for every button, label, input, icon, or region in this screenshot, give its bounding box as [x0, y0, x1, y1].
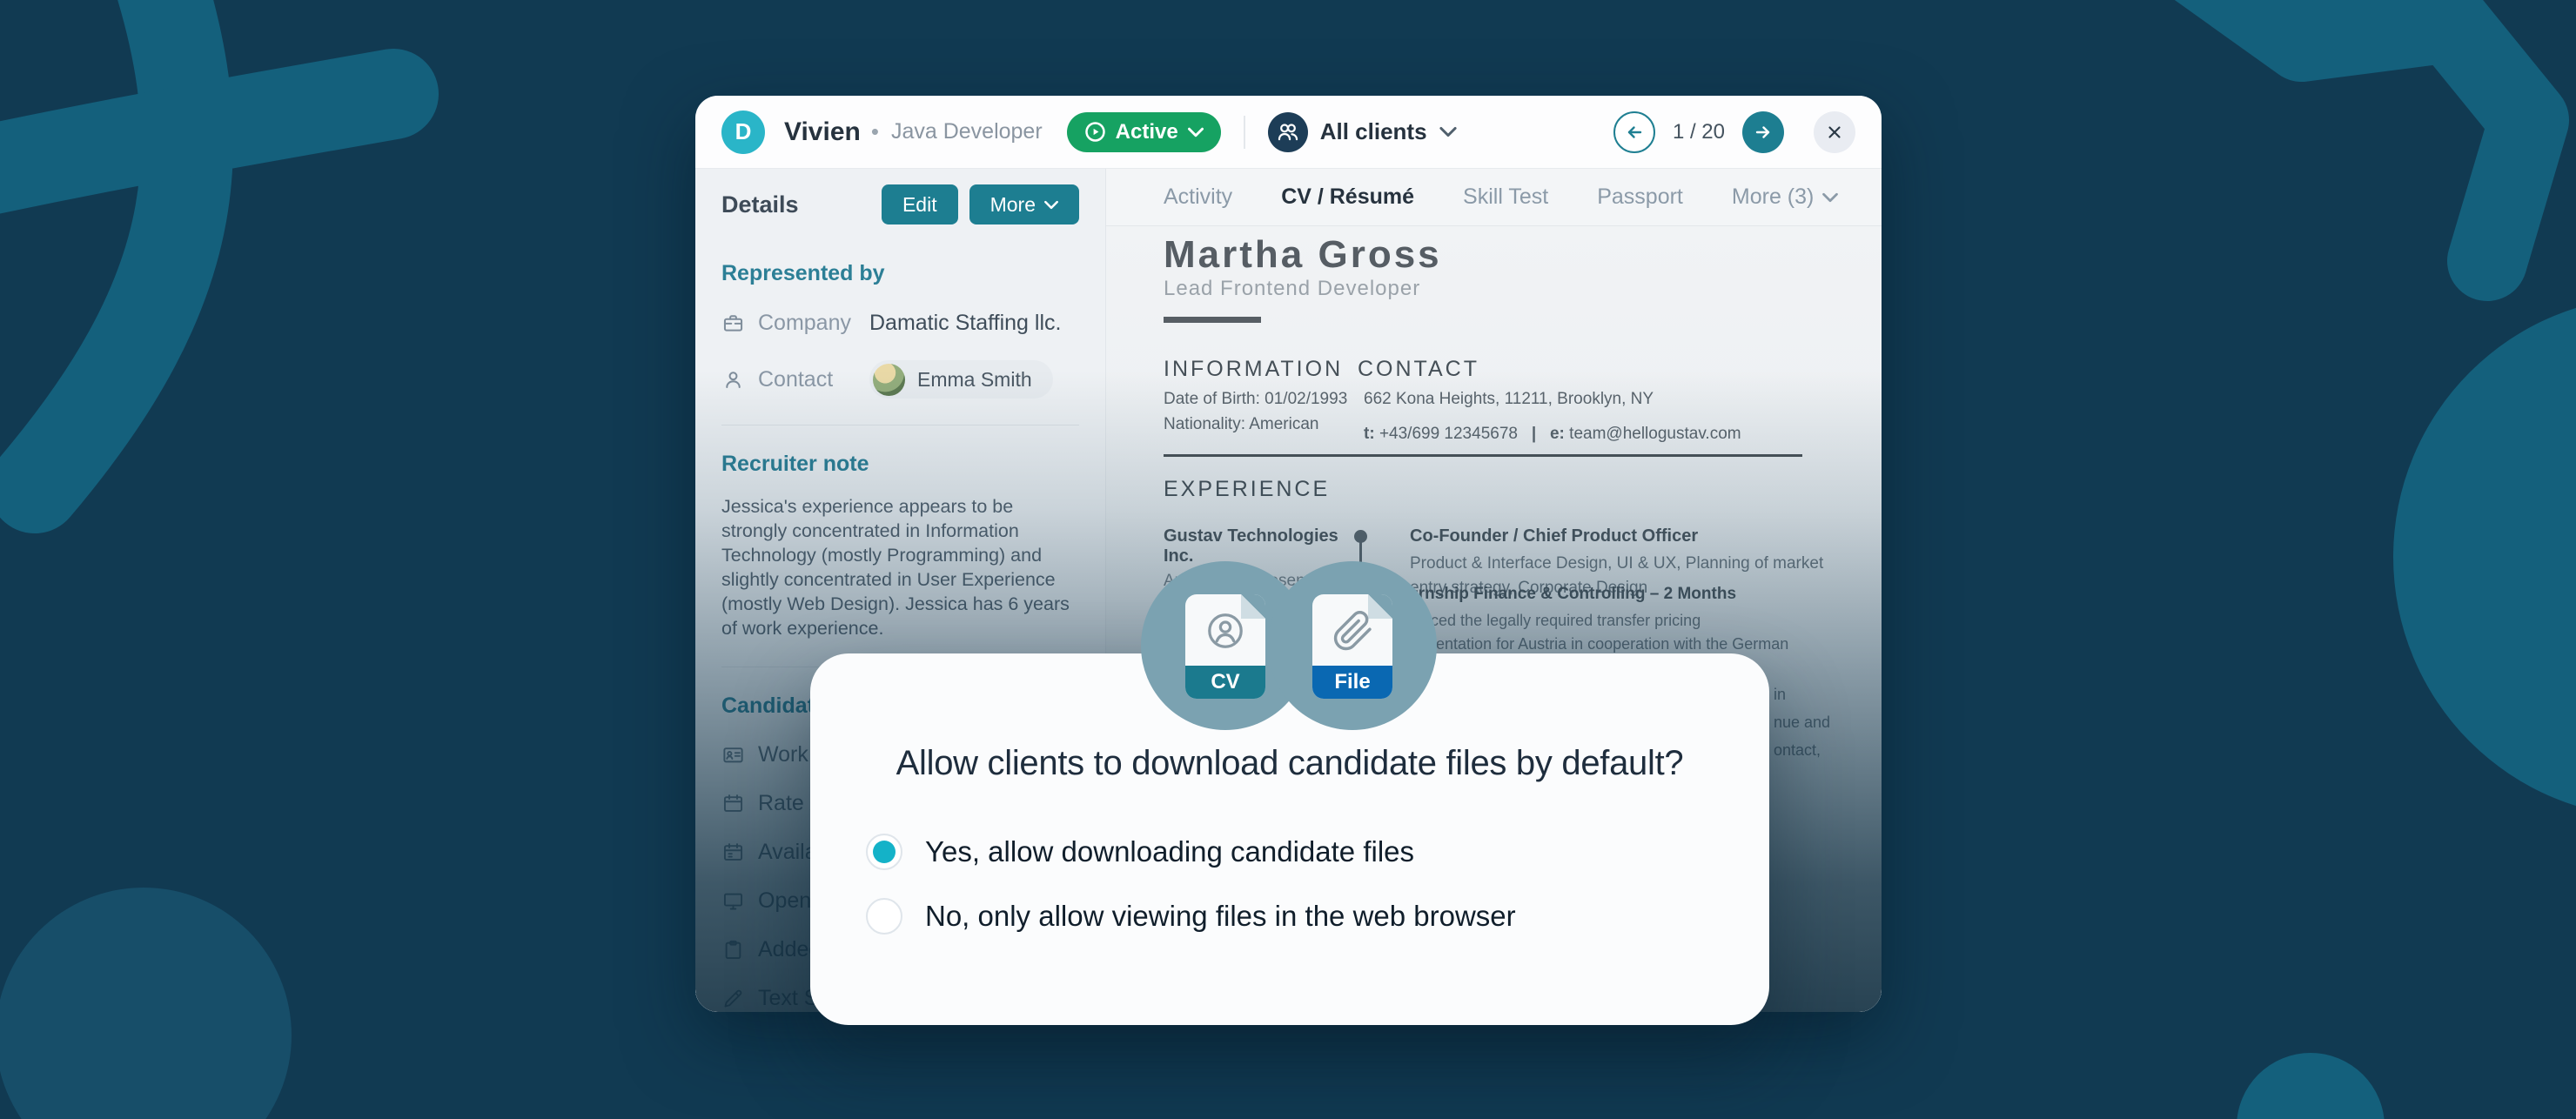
- cv-divider: [1164, 454, 1802, 457]
- represented-by-heading: Represented by: [721, 261, 1079, 286]
- contact-chip[interactable]: Emma Smith: [869, 360, 1053, 399]
- cv-text-fragment: in: [1774, 686, 1786, 704]
- calendar-icon: [721, 792, 745, 815]
- radio-button[interactable]: [866, 898, 902, 935]
- previous-candidate-button[interactable]: [1613, 111, 1655, 153]
- status-dropdown[interactable]: Active: [1067, 112, 1221, 152]
- curve-shape-top-left-2: [0, 94, 393, 178]
- sidebar-title: Details: [721, 191, 799, 218]
- pagination-counter: 1 / 20: [1673, 120, 1725, 144]
- company-value: Damatic Staffing llc.: [869, 311, 1061, 336]
- edit-button[interactable]: Edit: [882, 184, 958, 224]
- sidebar-toolbar: Details Edit More: [721, 184, 1079, 224]
- cv-contact-heading: CONTACT: [1358, 357, 1479, 382]
- download-permission-dialog: Allow clients to download candidate file…: [810, 653, 1769, 1025]
- curve-shape-top-left: [35, 0, 187, 487]
- cv-title-underline: [1164, 317, 1261, 323]
- radio-label: Yes, allow downloading candidate files: [925, 835, 1414, 868]
- close-button[interactable]: [1814, 111, 1855, 153]
- screen: D Vivien • Java Developer Active: [0, 0, 2576, 1119]
- next-candidate-button[interactable]: [1742, 111, 1784, 153]
- candidate-name: Vivien: [784, 117, 861, 147]
- company-row: Company Damatic Staffing llc.: [721, 311, 1079, 336]
- cv-contact-phone-email: t: +43/699 12345678 | e: team@hellogusta…: [1364, 421, 1741, 446]
- chevron-down-icon: [1188, 127, 1204, 137]
- radio-button[interactable]: [866, 834, 902, 870]
- briefcase-icon: [721, 312, 746, 335]
- cv-text-fragment: ontact,: [1774, 741, 1821, 760]
- paperclip-document-icon: [1330, 608, 1375, 658]
- tab-passport[interactable]: Passport: [1597, 184, 1683, 210]
- circle-shape-right: [2393, 296, 2576, 818]
- chevron-down-icon: [1044, 200, 1058, 210]
- person-document-icon: [1203, 608, 1248, 658]
- cv-badge-label: CV: [1185, 666, 1265, 699]
- name-separator: •: [871, 118, 879, 145]
- tab-cv-resume[interactable]: CV / Résumé: [1281, 184, 1414, 210]
- window-header: D Vivien • Java Developer Active: [695, 96, 1882, 169]
- id-card-icon: [721, 743, 745, 767]
- candidate-role: Java Developer: [891, 119, 1043, 144]
- radio-option-allow-download[interactable]: Yes, allow downloading candidate files: [866, 834, 1769, 870]
- cv-experience-heading: EXPERIENCE: [1164, 477, 1330, 502]
- contact-avatar: [873, 364, 905, 396]
- person-icon: [721, 368, 746, 392]
- dialog-options: Yes, allow downloading candidate files N…: [866, 834, 1769, 935]
- zigzag-shape-top-right: [2158, 0, 2529, 261]
- tab-more[interactable]: More (3): [1732, 184, 1838, 210]
- monitor-icon: [721, 889, 745, 913]
- pencil-icon: [721, 987, 745, 1010]
- radio-option-view-only[interactable]: No, only allow viewing files in the web …: [866, 898, 1769, 935]
- cv-document-icon: CV: [1185, 594, 1265, 699]
- people-icon: [1268, 112, 1308, 152]
- cv-candidate-title: Lead Frontend Developer: [1164, 277, 1420, 301]
- contact-row: Contact Emma Smith: [721, 360, 1079, 399]
- cv-candidate-name: Martha Gross: [1164, 233, 1442, 277]
- header-divider: [1244, 116, 1245, 149]
- chevron-down-icon: [1439, 126, 1457, 137]
- recruiter-note-heading: Recruiter note: [721, 452, 1079, 477]
- company-label: Company: [758, 311, 855, 336]
- play-circle-icon: [1084, 121, 1106, 143]
- candidate-avatar: D: [721, 111, 765, 154]
- clients-filter-dropdown[interactable]: All clients: [1268, 112, 1457, 152]
- dialog-question: Allow clients to download candidate file…: [810, 744, 1769, 783]
- circle-shape-bottom-left: [0, 888, 292, 1119]
- cv-information-lines: Date of Birth: 01/02/1993 Nationality: A…: [1164, 386, 1347, 437]
- tabs-bar: Activity CV / Résumé Skill Test Passport…: [1106, 169, 1882, 226]
- tab-activity[interactable]: Activity: [1164, 184, 1232, 210]
- radio-label: No, only allow viewing files in the web …: [925, 900, 1516, 933]
- cv-text-fragment: nue and: [1774, 714, 1830, 732]
- clipboard-icon: [721, 938, 745, 962]
- status-label: Active: [1116, 120, 1178, 144]
- recruiter-note-text: Jessica's experience appears to be stron…: [721, 494, 1079, 640]
- cv-information-heading: INFORMATION: [1164, 357, 1343, 382]
- more-button[interactable]: More: [969, 184, 1079, 224]
- calendar-icon: [721, 841, 745, 864]
- header-controls: 1 / 20: [1613, 111, 1855, 153]
- file-badge-label: File: [1312, 666, 1392, 699]
- file-document-icon: File: [1312, 594, 1392, 699]
- tab-skill-test[interactable]: Skill Test: [1463, 184, 1548, 210]
- file-badge: File: [1268, 561, 1437, 730]
- contact-name: Emma Smith: [917, 368, 1032, 392]
- clients-filter-label: All clients: [1320, 118, 1427, 145]
- circle-shape-bottom-right: [2237, 1053, 2385, 1119]
- chevron-down-icon: [1822, 192, 1838, 203]
- contact-label: Contact: [758, 367, 855, 392]
- cv-contact-address: 662 Kona Heights, 11211, Brooklyn, NY: [1364, 386, 1654, 412]
